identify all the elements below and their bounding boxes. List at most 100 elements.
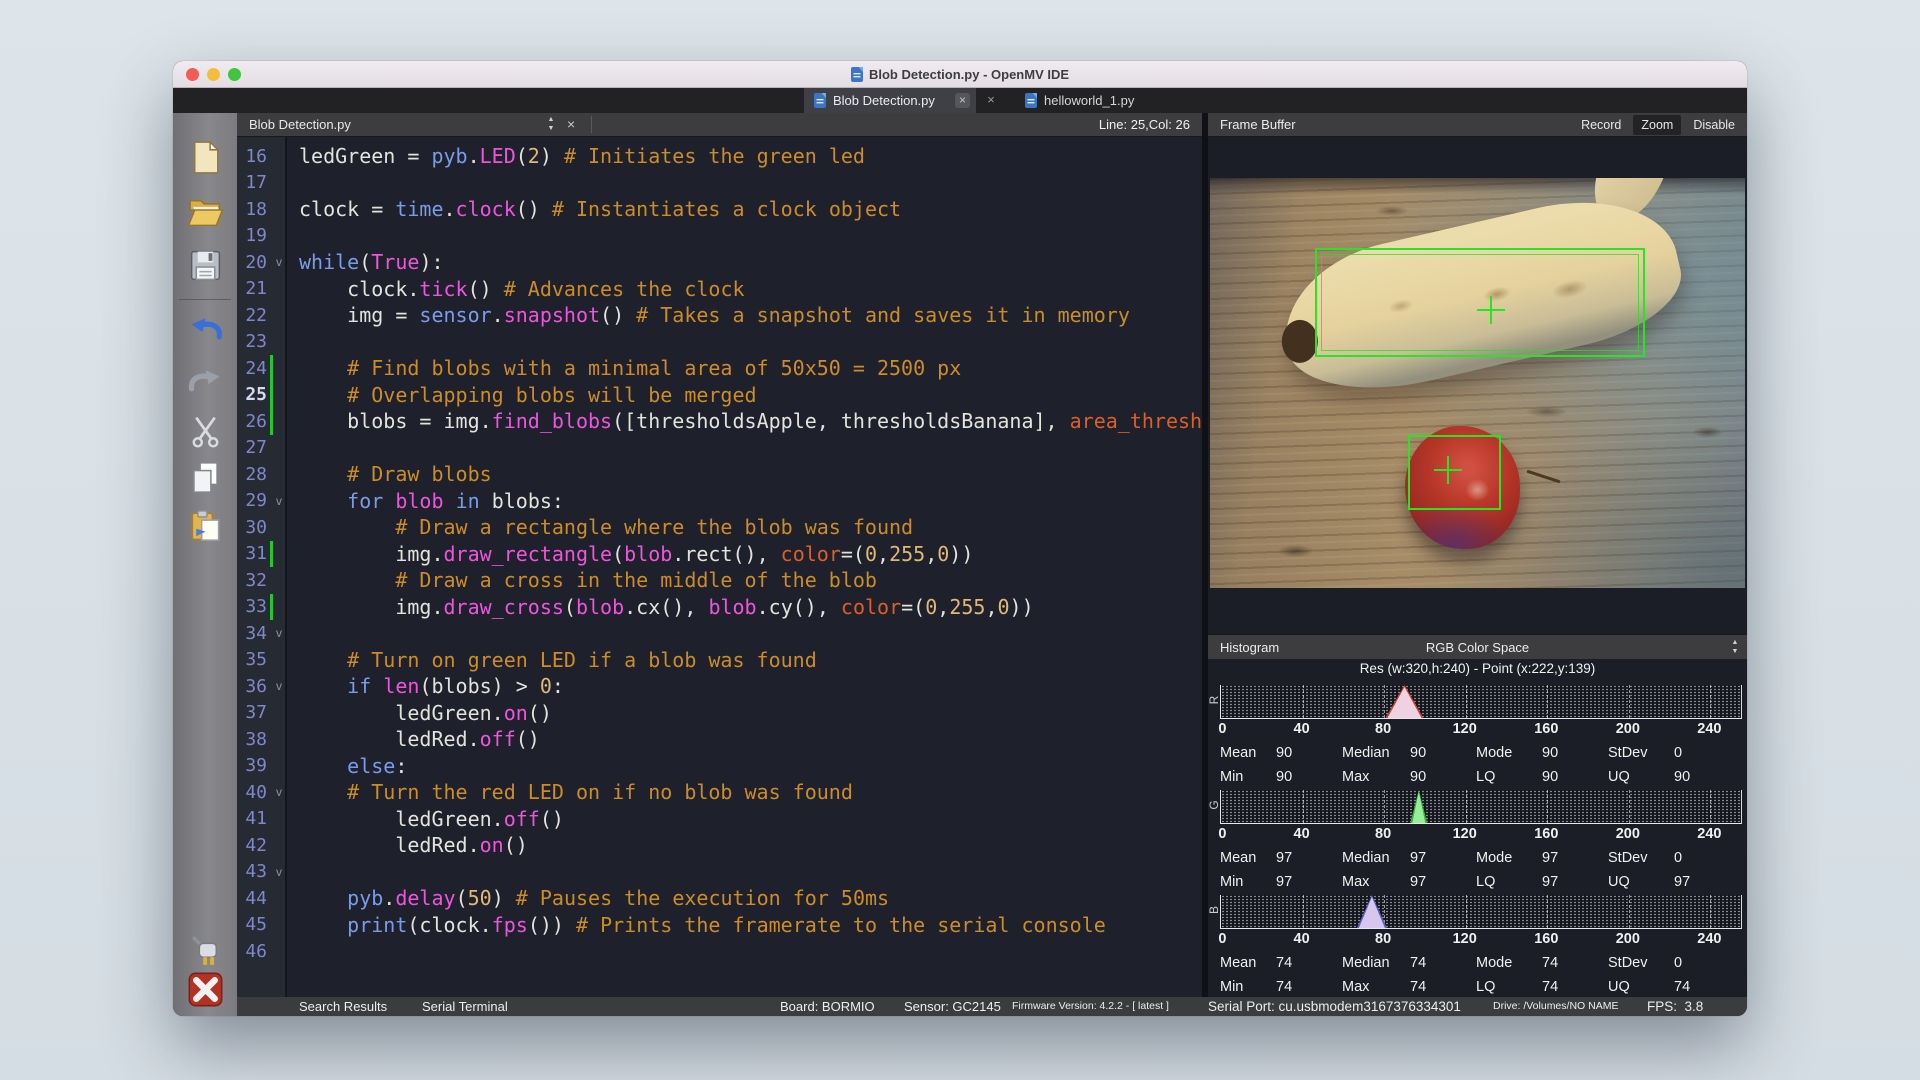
line-number: 24 — [237, 358, 267, 379]
connect-icon[interactable] — [187, 931, 224, 968]
channel-stats-row2: Min97Max97LQ97UQ97 — [1220, 870, 1744, 893]
code-line[interactable]: # Turn on green LED if a blob was found — [299, 647, 1202, 674]
title-bar[interactable]: Blob Detection.py - OpenMV IDE — [173, 61, 1747, 88]
cut-icon[interactable] — [187, 413, 224, 450]
code-line[interactable] — [299, 329, 1202, 356]
code-line[interactable]: pyb.delay(50) # Pauses the execution for… — [299, 885, 1202, 912]
frame-buffer-image[interactable] — [1210, 178, 1745, 588]
document-stepper-icon[interactable]: ▲▼ — [545, 115, 557, 133]
code-line[interactable] — [299, 620, 1202, 647]
record-button[interactable]: Record — [1573, 115, 1629, 135]
resolution-point-readout: Res (w:320,h:240) - Point (x:222,y:139) — [1208, 661, 1747, 683]
line-number: 32 — [237, 570, 267, 591]
tab-bar: Blob Detection.py × × helloworld_1.py — [173, 88, 1747, 113]
close-tab-icon[interactable]: × — [955, 93, 970, 108]
close-pane-icon[interactable]: × — [983, 92, 999, 108]
tab-helloworld[interactable]: helloworld_1.py — [1015, 88, 1144, 113]
change-bar — [270, 806, 273, 833]
code-line[interactable]: # Find blobs with a minimal area of 50x5… — [299, 355, 1202, 382]
window-title: Blob Detection.py - OpenMV IDE — [173, 61, 1747, 88]
line-number: 21 — [237, 278, 267, 299]
left-toolbar — [173, 113, 237, 1016]
python-file-icon — [814, 93, 826, 108]
color-space-stepper-icon[interactable]: ▲▼ — [1729, 638, 1741, 656]
line-number: 33 — [237, 596, 267, 617]
gutter-line: 18 — [237, 196, 285, 223]
fold-arrow-icon[interactable]: v — [273, 679, 285, 693]
gutter-line: 36v — [237, 673, 285, 700]
code-line[interactable]: blobs = img.find_blobs([thresholdsApple,… — [299, 408, 1202, 435]
code-line[interactable] — [299, 170, 1202, 197]
channel-label: G — [1207, 795, 1221, 815]
document-selector[interactable]: Blob Detection.py — [249, 117, 351, 132]
fold-arrow-icon[interactable]: v — [273, 494, 285, 508]
redo-icon[interactable] — [187, 361, 224, 398]
code-line[interactable]: # Draw a cross in the middle of the blob — [299, 567, 1202, 594]
gutter-line: 37 — [237, 700, 285, 727]
code-line[interactable]: if len(blobs) > 0: — [299, 673, 1202, 700]
code-line[interactable]: # Overlapping blobs will be merged — [299, 382, 1202, 409]
code-line[interactable]: # Draw blobs — [299, 461, 1202, 488]
close-document-icon[interactable]: × — [567, 116, 575, 132]
zoom-button[interactable]: Zoom — [1633, 115, 1681, 135]
code-line[interactable]: # Draw a rectangle where the blob was fo… — [299, 514, 1202, 541]
line-number: 38 — [237, 729, 267, 750]
drive-status: Drive: /Volumes/NO NAME — [1493, 997, 1618, 1016]
change-bar — [270, 594, 273, 621]
fold-arrow-icon[interactable]: v — [273, 626, 285, 640]
change-bar — [270, 435, 273, 462]
code-line[interactable]: ledGreen = pyb.LED(2) # Initiates the gr… — [299, 143, 1202, 170]
code-line[interactable]: ledRed.on() — [299, 832, 1202, 859]
code-line[interactable]: clock = time.clock() # Instantiates a cl… — [299, 196, 1202, 223]
code-line[interactable]: img = sensor.snapshot() # Takes a snapsh… — [299, 302, 1202, 329]
color-space-select[interactable]: RGB Color Space — [1208, 640, 1747, 655]
open-folder-icon[interactable] — [187, 193, 224, 230]
toolbar-separator — [179, 299, 231, 300]
paste-icon[interactable] — [187, 507, 224, 544]
change-bar — [270, 408, 273, 435]
header-divider — [591, 116, 592, 133]
serial-terminal-tab[interactable]: Serial Terminal — [422, 997, 508, 1016]
gutter-line: 33 — [237, 594, 285, 621]
tab-blob-detection[interactable]: Blob Detection.py × — [804, 88, 976, 113]
code-editor[interactable]: ledGreen = pyb.LED(2) # Initiates the gr… — [289, 137, 1202, 997]
code-line[interactable]: print(clock.fps()) # Prints the framerat… — [299, 912, 1202, 939]
stop-disconnect-icon[interactable] — [187, 971, 224, 1008]
code-line[interactable]: clock.tick() # Advances the clock — [299, 276, 1202, 303]
code-line[interactable]: ledGreen.on() — [299, 700, 1202, 727]
code-line[interactable] — [299, 859, 1202, 886]
code-line[interactable] — [299, 435, 1202, 462]
code-line[interactable]: img.draw_cross(blob.cx(), blob.cy(), col… — [299, 594, 1202, 621]
channel-axis: 04080120160200240 — [1220, 931, 1742, 948]
gutter-line: 19 — [237, 223, 285, 250]
serial-port-status: Serial Port: cu.usbmodem3167376334301 — [1208, 997, 1461, 1016]
code-line[interactable] — [299, 938, 1202, 965]
search-results-tab[interactable]: Search Results — [299, 997, 387, 1016]
code-line[interactable]: for blob in blobs: — [299, 488, 1202, 515]
code-line[interactable]: ledRed.off() — [299, 726, 1202, 753]
gutter-line: 16 — [237, 143, 285, 170]
fold-arrow-icon[interactable]: v — [273, 255, 285, 269]
gutter-line: 17 — [237, 170, 285, 197]
line-number: 17 — [237, 172, 267, 193]
copy-icon[interactable] — [187, 459, 224, 496]
change-bar — [270, 170, 273, 197]
line-number: 42 — [237, 835, 267, 856]
code-line[interactable]: # Turn the red LED on if no blob was fou… — [299, 779, 1202, 806]
code-line[interactable]: ledGreen.off() — [299, 806, 1202, 833]
gutter: 1617181920v212223242526272829v3031323334… — [237, 137, 287, 997]
new-file-icon[interactable] — [187, 139, 224, 176]
code-line[interactable]: img.draw_rectangle(blob.rect(), color=(0… — [299, 541, 1202, 568]
change-bar — [270, 382, 273, 409]
change-bar — [270, 567, 273, 594]
disable-button[interactable]: Disable — [1685, 115, 1743, 135]
fold-arrow-icon[interactable]: v — [273, 785, 285, 799]
save-icon[interactable] — [187, 247, 224, 284]
code-line[interactable]: while(True): — [299, 249, 1202, 276]
line-number: 45 — [237, 914, 267, 935]
tab-label: helloworld_1.py — [1044, 93, 1134, 108]
fold-arrow-icon[interactable]: v — [273, 865, 285, 879]
undo-icon[interactable] — [187, 309, 224, 346]
code-line[interactable]: else: — [299, 753, 1202, 780]
code-line[interactable] — [299, 223, 1202, 250]
